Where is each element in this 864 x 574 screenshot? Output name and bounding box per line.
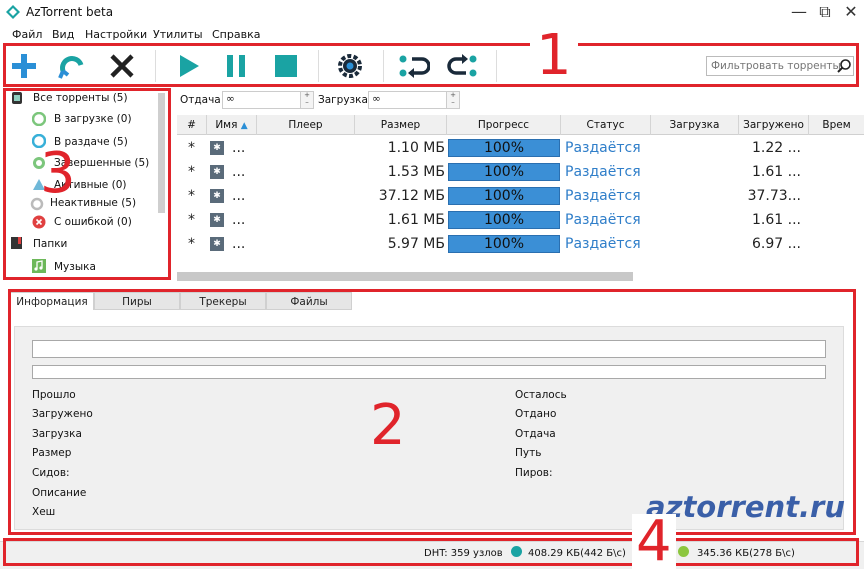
row-number: *	[188, 236, 195, 252]
menu-view[interactable]: Вид	[52, 28, 74, 41]
annotation-number-3: 3	[40, 141, 76, 206]
col-size[interactable]: Размер	[355, 115, 447, 135]
minimize-button[interactable]: —	[788, 2, 810, 22]
col-name[interactable]: Имя ▲	[207, 115, 257, 135]
row-downloaded: 1.22 ...	[752, 140, 801, 156]
row-status: Раздаётся	[565, 212, 641, 228]
table-row[interactable]: * ✱... 1.10 МБ 100% Раздаётся 1.22 ...	[177, 136, 864, 160]
row-status: Раздаётся	[565, 188, 641, 204]
row-progress-text: 100%	[483, 212, 525, 228]
col-name-label: Имя	[215, 119, 238, 131]
file-type-icon: ✱	[210, 237, 224, 251]
upload-limit-label: Отдача	[180, 94, 221, 106]
window-title: AzTorrent beta	[26, 5, 114, 19]
row-downloaded: 1.61 ...	[752, 164, 801, 180]
menu-help[interactable]: Справка	[212, 28, 260, 41]
row-downloaded: 37.73...	[747, 188, 801, 204]
menu-file[interactable]: Файл	[12, 28, 42, 41]
col-status[interactable]: Статус	[561, 115, 651, 135]
download-limit-spinner[interactable]: + –	[446, 91, 460, 109]
annotation-number-1: 1	[530, 28, 578, 84]
col-number[interactable]: #	[177, 115, 207, 135]
col-player[interactable]: Плеер	[257, 115, 355, 135]
row-name: ...	[232, 140, 246, 156]
annotation-box-info	[8, 289, 856, 535]
row-progress-bar: 100%	[448, 187, 560, 205]
row-number: *	[188, 212, 195, 228]
sort-up-icon: ▲	[240, 121, 248, 131]
table-horizontal-scrollbar[interactable]	[177, 272, 633, 281]
table-row[interactable]: * ✱... 1.53 МБ 100% Раздаётся 1.61 ...	[177, 160, 864, 184]
file-type-icon: ✱	[210, 213, 224, 227]
row-name: ...	[232, 188, 246, 204]
row-size: 37.12 МБ	[378, 188, 445, 204]
row-progress-bar: 100%	[448, 139, 560, 157]
close-button[interactable]: ✕	[840, 2, 862, 22]
menu-utilities[interactable]: Утилиты	[153, 28, 203, 41]
row-progress-text: 100%	[483, 164, 525, 180]
download-limit-label: Загрузка	[318, 94, 368, 106]
col-downloaded[interactable]: Загружено	[739, 115, 809, 135]
table-row[interactable]: * ✱... 5.97 МБ 100% Раздаётся 6.97 ...	[177, 232, 864, 256]
col-download-speed[interactable]: Загрузка	[651, 115, 739, 135]
row-name: ...	[232, 212, 246, 228]
torrent-table-header: # Имя ▲ Плеер Размер Прогресс Статус Заг…	[177, 115, 864, 135]
upload-limit-input[interactable]: ∞	[222, 91, 305, 109]
row-progress-text: 100%	[483, 188, 525, 204]
restore-button[interactable]: ⧉	[814, 2, 836, 22]
row-name: ...	[232, 236, 246, 252]
file-type-icon: ✱	[210, 189, 224, 203]
row-size: 1.10 МБ	[387, 140, 445, 156]
download-limit-input[interactable]: ∞	[368, 91, 451, 109]
row-progress-text: 100%	[483, 140, 525, 156]
annotation-box-toolbar	[3, 43, 859, 87]
row-status: Раздаётся	[565, 236, 641, 252]
annotation-box-statusbar	[3, 538, 859, 566]
title-bar: AzTorrent beta — ⧉ ✕	[0, 0, 864, 25]
file-type-icon: ✱	[210, 165, 224, 179]
menu-settings[interactable]: Настройки	[85, 28, 147, 41]
annotation-number-2: 2	[370, 393, 406, 458]
col-progress[interactable]: Прогресс	[447, 115, 561, 135]
row-size: 1.61 МБ	[387, 212, 445, 228]
table-row[interactable]: * ✱... 1.61 МБ 100% Раздаётся 1.61 ...	[177, 208, 864, 232]
row-status: Раздаётся	[565, 164, 641, 180]
row-downloaded: 6.97 ...	[752, 236, 801, 252]
app-logo-icon	[6, 5, 20, 19]
annotation-box-tree	[3, 88, 171, 280]
row-number: *	[188, 164, 195, 180]
row-number: *	[188, 140, 195, 156]
row-status: Раздаётся	[565, 140, 641, 156]
table-row[interactable]: * ✱... 37.12 МБ 100% Раздаётся 37.73...	[177, 184, 864, 208]
row-downloaded: 1.61 ...	[752, 212, 801, 228]
upload-limit-spinner[interactable]: + –	[300, 91, 314, 109]
row-size: 1.53 МБ	[387, 164, 445, 180]
row-size: 5.97 МБ	[387, 236, 445, 252]
row-name: ...	[232, 164, 246, 180]
menu-bar: Файл Вид Настройки Утилиты Справка	[0, 25, 864, 44]
row-number: *	[188, 188, 195, 204]
col-time[interactable]: Врем	[809, 115, 864, 135]
row-progress-bar: 100%	[448, 211, 560, 229]
file-type-icon: ✱	[210, 141, 224, 155]
row-progress-bar: 100%	[448, 235, 560, 253]
row-progress-text: 100%	[483, 236, 525, 252]
annotation-number-4: 4	[632, 514, 676, 570]
row-progress-bar: 100%	[448, 163, 560, 181]
